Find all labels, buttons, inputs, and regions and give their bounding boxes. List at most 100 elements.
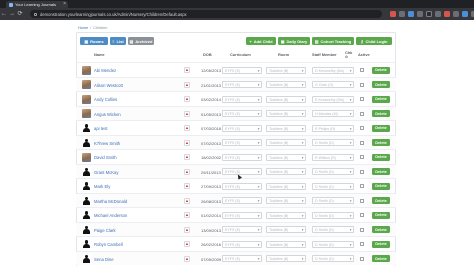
child-avatar[interactable] [82, 254, 91, 263]
child-name-link[interactable]: Michael Anderson [94, 213, 127, 218]
daily-diary-button[interactable]: ▣ Daily Diary [278, 37, 310, 45]
child-avatar[interactable] [82, 109, 91, 118]
room-select[interactable]: Toddlers (B) ▾ [266, 66, 306, 74]
staff-select[interactable]: D Smith (D) ▾ [312, 240, 354, 248]
delete-button[interactable]: Delete [372, 240, 390, 248]
staff-select[interactable]: D Smith (D) ▾ [312, 226, 354, 233]
curriculum-select[interactable]: EYFS (E) ▾ [222, 81, 262, 88]
child-name-link[interactable]: K7hrew Smith [94, 141, 120, 146]
staff-select[interactable]: D Smith (D) ▾ [312, 255, 354, 262]
archived-button[interactable]: ▤ Archived [128, 37, 154, 45]
child-avatar[interactable] [82, 181, 91, 191]
active-checkbox[interactable] [360, 68, 364, 72]
extension-icon[interactable] [390, 11, 396, 17]
active-checkbox[interactable] [360, 227, 364, 232]
child-name-link[interactable]: Robyn Cambell [94, 242, 123, 247]
staff-select[interactable]: R Wilkins (R) ▾ [312, 153, 354, 161]
child-avatar[interactable] [82, 167, 91, 176]
room-select[interactable]: Toddlers (B) ▾ [266, 95, 306, 103]
staff-select[interactable]: D Smith (D) ▾ [312, 139, 354, 146]
alert-flag-icon[interactable]: ▲ [184, 241, 190, 247]
extension-icon[interactable] [408, 11, 414, 17]
curriculum-select[interactable]: EYFS (E) ▾ [222, 153, 262, 161]
room-select[interactable]: Toddlers (B) ▾ [266, 197, 306, 204]
alert-flag-icon[interactable]: ▲ [184, 255, 190, 262]
active-checkbox[interactable] [360, 198, 364, 203]
list-button[interactable]: ≡ List [110, 37, 126, 45]
delete-button[interactable]: Delete [372, 124, 390, 132]
active-checkbox[interactable] [360, 140, 364, 145]
delete-button[interactable]: Delete [372, 81, 390, 88]
active-checkbox[interactable] [360, 155, 364, 159]
child-avatar[interactable] [82, 65, 91, 75]
breadcrumb-home[interactable]: Home [78, 26, 88, 30]
delete-button[interactable]: Delete [372, 255, 390, 262]
curriculum-select[interactable]: EYFS (E) ▾ [222, 110, 262, 117]
delete-button[interactable]: Delete [372, 110, 390, 117]
active-checkbox[interactable] [360, 111, 364, 116]
alert-flag-icon[interactable]: ▲ [184, 183, 190, 189]
rooms-button[interactable]: ▦ Rooms [80, 37, 108, 45]
staff-select[interactable]: R Philips (R) ▾ [312, 124, 354, 132]
active-checkbox[interactable] [360, 242, 364, 246]
active-checkbox[interactable] [360, 256, 364, 261]
active-checkbox[interactable] [360, 213, 364, 217]
child-name-link[interactable]: Sena Dine [94, 257, 114, 262]
extension-icon[interactable] [444, 11, 450, 17]
curriculum-select[interactable]: EYFS (E) ▾ [222, 124, 262, 132]
delete-button[interactable]: Delete [372, 182, 390, 190]
curriculum-select[interactable]: EYFS (E) ▾ [222, 139, 262, 146]
delete-button[interactable]: Delete [372, 197, 390, 204]
child-name-link[interactable]: api test [94, 126, 108, 131]
alert-flag-icon[interactable]: ▲ [184, 197, 190, 204]
curriculum-select[interactable]: EYFS (E) ▾ [222, 66, 262, 74]
child-avatar[interactable] [82, 225, 91, 234]
staff-select[interactable]: D Smith (D) ▾ [312, 211, 354, 219]
room-select[interactable]: Toddlers (B) ▾ [266, 139, 306, 146]
browser-tab[interactable]: Your Learning Journals × [6, 1, 68, 8]
child-login-button[interactable]: ⚷ Child Login [356, 37, 392, 45]
curriculum-select[interactable]: EYFS (E) ▾ [222, 240, 262, 248]
staff-select[interactable]: D Smith (D) ▾ [312, 168, 354, 175]
reload-icon[interactable]: ⟳ [16, 8, 24, 20]
add-child-button[interactable]: + Add Child [246, 37, 276, 45]
child-name-link[interactable]: Martha McDonald [94, 199, 127, 204]
alert-flag-icon[interactable]: ▲ [184, 226, 190, 233]
child-name-link[interactable]: David Smith [94, 155, 117, 160]
child-name-link[interactable]: Mark Ely [94, 184, 110, 189]
room-select[interactable]: Toddlers (B) ▾ [266, 124, 306, 132]
child-avatar[interactable] [82, 80, 91, 89]
active-checkbox[interactable] [360, 82, 364, 87]
child-avatar[interactable] [82, 123, 91, 133]
delete-button[interactable]: Delete [372, 153, 390, 161]
active-checkbox[interactable] [360, 97, 364, 101]
curriculum-select[interactable]: EYFS (E) ▾ [222, 255, 262, 262]
curriculum-select[interactable]: EYFS (E) ▾ [222, 197, 262, 204]
room-select[interactable]: Toddlers (B) ▾ [266, 255, 306, 262]
alert-flag-icon[interactable]: ▲ [184, 96, 190, 102]
child-name-link[interactable]: Abi Mendez [94, 68, 116, 73]
back-icon[interactable]: ← [0, 8, 8, 20]
alert-flag-icon[interactable]: ▲ [184, 212, 190, 218]
child-name-link[interactable]: Grant McKay [94, 170, 118, 175]
extension-icon[interactable] [453, 11, 459, 17]
staff-select[interactable]: E Kenworthy (Dis) ▾ [312, 95, 354, 103]
staff-select[interactable]: D Smith (D) ▾ [312, 182, 354, 190]
room-select[interactable]: Toddlers (B) ▾ [266, 240, 306, 248]
child-avatar[interactable] [82, 239, 91, 249]
curriculum-select[interactable]: EYFS (E) ▾ [222, 226, 262, 233]
delete-button[interactable]: Delete [372, 66, 390, 74]
alert-flag-icon[interactable]: ▲ [184, 139, 190, 146]
curriculum-select[interactable]: EYFS (E) ▾ [222, 182, 262, 190]
extension-icon[interactable] [417, 11, 423, 17]
room-select[interactable]: Toddlers (B) ▾ [266, 182, 306, 190]
active-checkbox[interactable] [360, 126, 364, 130]
alert-flag-icon[interactable]: ▲ [184, 168, 190, 175]
staff-select[interactable]: H Mendes (M) ▾ [312, 110, 354, 117]
staff-select[interactable]: D Kenworthy (Dis) ▾ [312, 66, 354, 74]
child-name-link[interactable]: Alison Westcott [94, 83, 123, 88]
active-checkbox[interactable] [360, 169, 364, 174]
child-name-link[interactable]: Angus Wicken [94, 112, 121, 117]
delete-button[interactable]: Delete [372, 139, 390, 146]
child-avatar[interactable] [82, 94, 91, 104]
